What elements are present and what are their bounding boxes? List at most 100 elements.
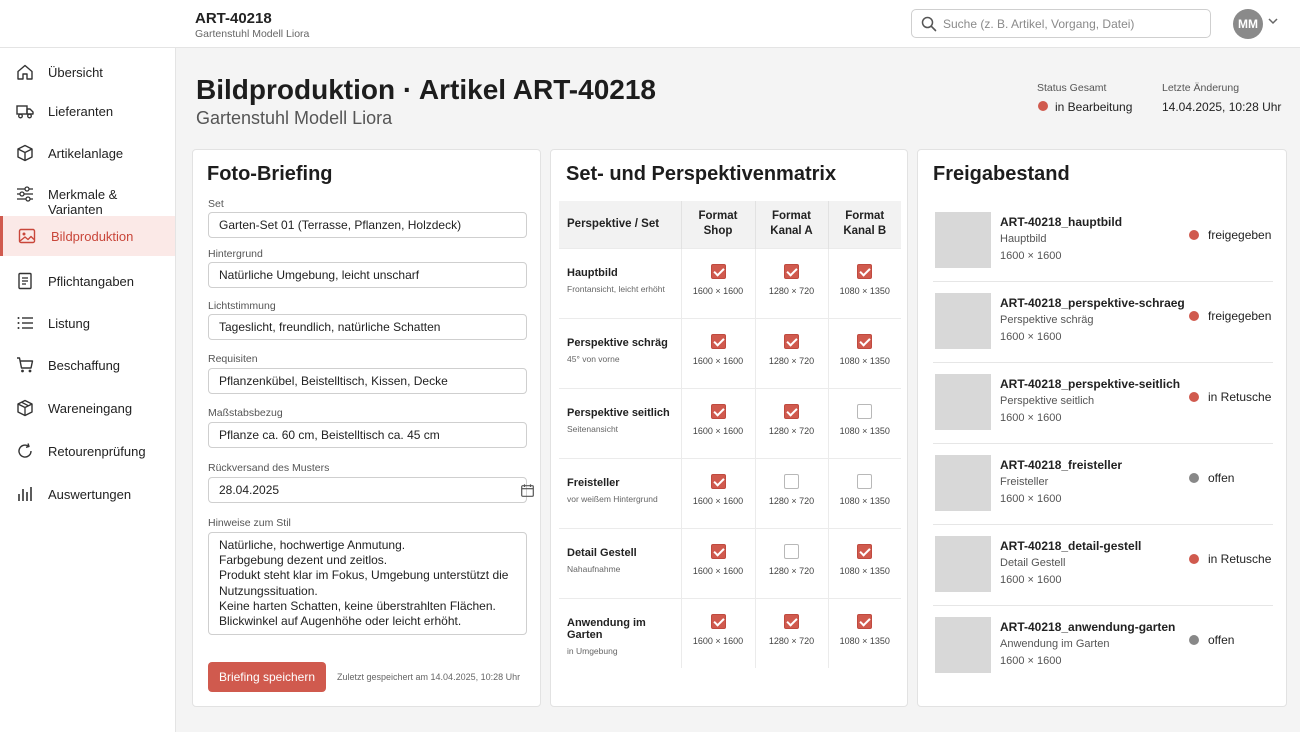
sidebar-item-listung[interactable]: Listung: [0, 303, 175, 343]
format-checkbox[interactable]: [784, 403, 799, 419]
search-input[interactable]: [943, 15, 1203, 33]
last-change-value: 14.04.2025, 10:28 Uhr: [1162, 100, 1282, 114]
sidebar-item-uebersicht[interactable]: Übersicht: [0, 52, 175, 92]
format-checkbox[interactable]: [857, 473, 873, 489]
status-dot: [1189, 230, 1199, 240]
image-thumbnail[interactable]: [935, 212, 991, 268]
perspective-subtitle: Frontansicht, leicht erhöht: [567, 283, 665, 294]
sidebar-item-retourenpruefung[interactable]: Retourenprüfung: [0, 431, 175, 471]
format-dimensions: 1280 × 720: [768, 425, 815, 436]
format-checkbox[interactable]: [710, 333, 726, 349]
format-checkbox[interactable]: [857, 543, 873, 559]
image-filename: ART-40218_anwendung-garten: [1000, 620, 1176, 634]
format-checkbox[interactable]: [784, 263, 799, 279]
cart-icon: [17, 357, 34, 373]
release-item[interactable]: ART-40218_perspektive-schraeg Perspektive…: [933, 282, 1273, 363]
format-checkbox[interactable]: [710, 543, 726, 559]
chevron-down-icon[interactable]: [1268, 17, 1278, 25]
release-item[interactable]: ART-40218_freisteller Freisteller 1600 × 1…: [933, 444, 1273, 525]
image-thumbnail[interactable]: [935, 536, 991, 592]
requisiten-field[interactable]: Pflanzenkübel, Beistelltisch, Kissen, De…: [208, 368, 527, 394]
top-bar: ART-40218 Gartenstuhl Modell Liora MM: [0, 0, 1300, 48]
matrix-card: Set- und Perspektivenmatrix Perspektive …: [550, 149, 908, 707]
sidebar-item-wareneingang[interactable]: Wareneingang: [0, 388, 175, 428]
list-icon: [17, 317, 33, 329]
matrix-cell: 1280 × 720: [755, 527, 829, 598]
format-checkbox[interactable]: [784, 333, 799, 349]
hintergrund-field[interactable]: Natürliche Umgebung, leicht unscharf: [208, 262, 527, 288]
matrix-header: Format Shop: [681, 201, 756, 248]
status-dot: [1189, 392, 1199, 402]
stil-label: Hinweise zum Stil: [208, 517, 291, 529]
sidebar-item-artikelanlage[interactable]: Artikelanlage: [0, 133, 175, 173]
format-checkbox[interactable]: [857, 613, 873, 629]
format-checkbox[interactable]: [857, 333, 873, 349]
last-change-label: Letzte Änderung: [1162, 82, 1240, 94]
matrix-row: Perspektive seitlich Seitenansicht 1600 × …: [559, 387, 901, 458]
image-thumbnail[interactable]: [935, 455, 991, 511]
stil-textarea[interactable]: Natürliche, hochwertige Anmutung. Farbge…: [208, 532, 527, 635]
sidebar-item-label: Lieferanten: [48, 104, 114, 119]
matrix-cell: 1080 × 1350: [828, 387, 901, 458]
sidebar-item-merkmale[interactable]: Merkmale & Varianten: [0, 174, 175, 217]
sidebar-item-label: Wareneingang: [48, 401, 133, 416]
bar-chart-icon: [18, 487, 32, 501]
matrix-cell: 1080 × 1350: [828, 247, 901, 318]
matrix-header: Format Kanal B: [828, 201, 901, 248]
sidebar-item-label: Artikelanlage: [48, 146, 124, 161]
rueckversand-date-field[interactable]: 28.04.2025: [208, 477, 534, 503]
format-checkbox[interactable]: [784, 613, 799, 629]
status-value: in Bearbeitung: [1055, 100, 1133, 114]
perspective-subtitle: 45° von vorne: [567, 353, 620, 364]
avatar[interactable]: MM: [1233, 9, 1263, 39]
sidebar-item-lieferanten[interactable]: Lieferanten: [0, 91, 175, 131]
release-item[interactable]: ART-40218_anwendung-garten Anwendung im G…: [933, 606, 1273, 687]
release-item[interactable]: ART-40218_perspektive-seitlich Perspektiv…: [933, 363, 1273, 444]
release-status-label: freigegeben: [1208, 309, 1272, 323]
image-thumbnail[interactable]: [935, 617, 991, 673]
matrix-row-header: Perspektive schräg 45° von vorne: [559, 317, 682, 388]
format-checkbox[interactable]: [857, 403, 873, 419]
calendar-icon[interactable]: [521, 484, 534, 497]
sidebar-item-beschaffung[interactable]: Beschaffung: [0, 345, 175, 385]
home-icon: [17, 64, 33, 80]
sidebar-item-bildproduktion[interactable]: Bildproduktion: [0, 216, 175, 256]
format-dimensions: 1080 × 1350: [839, 425, 890, 436]
matrix-cell: 1600 × 1600: [681, 247, 756, 318]
image-thumbnail[interactable]: [935, 374, 991, 430]
save-briefing-button[interactable]: Briefing speichern: [208, 662, 326, 692]
rueckversand-label: Rückversand des Musters: [208, 462, 330, 474]
format-dimensions: 1600 × 1600: [692, 425, 744, 436]
search-icon: [921, 16, 937, 32]
release-item[interactable]: ART-40218_detail-gestell Detail Gestell 16…: [933, 525, 1273, 606]
perspective-title: Perspektive schräg: [567, 336, 668, 349]
format-dimensions: 1080 × 1350: [839, 355, 890, 366]
format-dimensions: 1600 × 1600: [692, 565, 744, 576]
format-checkbox[interactable]: [710, 613, 726, 629]
format-dimensions: 1080 × 1350: [839, 285, 890, 296]
image-dimensions: 1600 × 1600: [1000, 412, 1062, 424]
image-dimensions: 1600 × 1600: [1000, 493, 1062, 505]
matrix-title: Set- und Perspektivenmatrix: [566, 163, 837, 185]
format-checkbox[interactable]: [710, 473, 726, 489]
page-subtitle: Gartenstuhl Modell Liora: [196, 108, 393, 128]
perspective-title: Anwendung im Garten: [567, 616, 646, 641]
sidebar-item-auswertungen[interactable]: Auswertungen: [0, 474, 175, 514]
lichtstimmung-field[interactable]: Tageslicht, freundlich, natürliche Schat…: [208, 314, 527, 340]
image-filename: ART-40218_detail-gestell: [1000, 539, 1142, 553]
massstab-field[interactable]: Pflanze ca. 60 cm, Beistelltisch ca. 45 …: [208, 422, 527, 448]
refresh-icon: [18, 443, 32, 458]
set-field[interactable]: Garten-Set 01 (Terrasse, Pflanzen, Holzd…: [208, 212, 527, 238]
format-checkbox[interactable]: [784, 543, 799, 559]
format-checkbox[interactable]: [857, 263, 873, 279]
format-checkbox[interactable]: [784, 473, 799, 489]
image-description: Hauptbild: [1000, 233, 1047, 245]
format-checkbox[interactable]: [710, 263, 726, 279]
image-thumbnail[interactable]: [935, 293, 991, 349]
sidebar-item-pflichtangaben[interactable]: Pflichtangaben: [0, 261, 175, 301]
image-dimensions: 1600 × 1600: [1000, 250, 1062, 262]
box-icon: [17, 144, 33, 162]
format-checkbox[interactable]: [710, 403, 726, 419]
release-item[interactable]: ART-40218_hauptbild Hauptbild 1600 × 1600 f…: [933, 201, 1273, 282]
search-box[interactable]: [911, 9, 1211, 38]
